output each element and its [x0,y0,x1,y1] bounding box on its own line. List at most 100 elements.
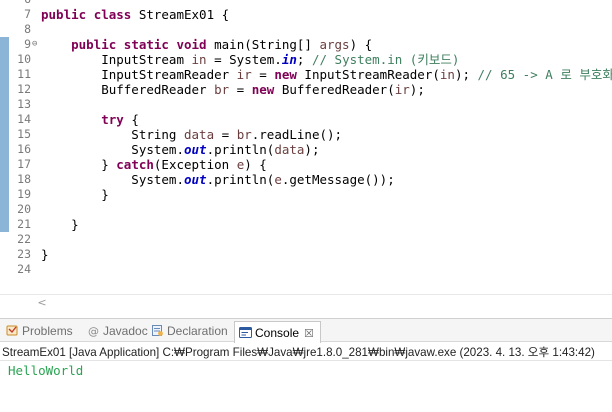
code-token: in [281,52,297,67]
code-line[interactable]: 19 } [0,187,612,202]
change-ruler-marker [0,187,9,202]
code-token: ); [304,142,320,157]
change-ruler-marker [0,202,9,217]
code-text: } catch(Exception e) { [41,157,267,172]
code-line[interactable]: 11 InputStreamReader ir = new InputStrea… [0,67,612,82]
code-text: } [41,187,109,202]
tab-problems[interactable]: Problems [6,322,73,340]
tab-declaration-label: Declaration [167,324,228,338]
code-token: .getMessage()); [281,172,395,187]
code-line[interactable]: 18 System.out.println(e.getMessage()); [0,172,612,187]
code-token: .println( [206,142,275,157]
code-line[interactable]: 9 ⊖ public static void main(String[] args… [0,37,612,52]
tab-declaration[interactable]: Declaration [151,322,228,340]
code-line[interactable]: 17 } catch(Exception e) { [0,157,612,172]
change-ruler-marker [0,67,9,82]
line-number: 12 [17,82,31,96]
code-token: // 65 -> A 로 부호화 [477,67,612,82]
code-token: new [274,67,297,82]
code-token: br [214,82,230,97]
code-token: (Exception [153,157,237,172]
fold-collapse-icon[interactable]: ⊖ [32,37,40,52]
line-number: 9 [24,37,31,51]
code-line[interactable]: 12 BufferedReader br = new BufferedReade… [0,82,612,97]
tab-console[interactable]: Console ☒ [234,321,321,343]
code-token: InputStreamReader( [296,67,440,82]
change-ruler-marker [0,97,9,112]
code-line[interactable]: 20 [0,202,612,217]
code-line[interactable]: 22 [0,232,612,247]
code-token: StreamEx01 { [131,7,230,22]
code-token: BufferedReader [41,82,215,97]
code-token: } [41,157,117,172]
code-text: InputStreamReader ir = new InputStreamRe… [41,67,612,82]
close-icon[interactable]: ☒ [304,328,314,340]
code-editor[interactable]: 67 public class StreamEx01 {89⊖ public st… [0,0,612,296]
code-line[interactable]: 10 InputStream in = System.in; // System… [0,52,612,67]
change-ruler-marker [0,172,9,187]
code-token: InputStream [41,52,192,67]
scroll-left-arrow-icon[interactable]: < [34,295,50,311]
code-line[interactable]: 21 } [0,217,612,232]
code-line[interactable]: 14 try { [0,112,612,127]
code-token: = System. [206,52,282,67]
code-line[interactable]: 8 [0,22,612,37]
console-output-text: HelloWorld [8,363,84,378]
console-icon [239,327,252,338]
editor-horizontal-scrollbar[interactable]: < [0,294,612,310]
code-token: in [191,52,207,67]
code-token: = [251,67,275,82]
line-number: 6 [9,0,31,7]
code-token: ir [236,67,252,82]
problems-icon [6,325,18,336]
change-ruler-marker [0,52,9,67]
code-token: .println( [206,172,275,187]
change-ruler-marker [0,0,9,7]
change-ruler-marker [0,82,9,97]
code-text: String data = br.readLine(); [41,127,342,142]
change-ruler-marker [0,232,9,247]
change-ruler-marker [0,37,9,52]
line-number: 15 [17,127,31,141]
code-token: } [41,217,79,232]
view-tab-bar: Problems @ Javadoc Declaration Console ☒ [0,318,612,343]
code-token: catch [116,157,154,172]
code-token: public [41,7,87,22]
javadoc-icon: @ [88,325,99,337]
line-number: 19 [17,187,31,201]
code-line[interactable]: 15 String data = br.readLine(); [0,127,612,142]
code-line[interactable]: 16 System.out.println(data); [0,142,612,157]
change-ruler-marker [0,262,9,277]
console-output-area[interactable]: HelloWorld [0,362,612,412]
declaration-icon [152,325,163,336]
code-token: ) { [349,37,373,52]
tab-problems-label: Problems [22,324,73,338]
code-text: System.out.println(e.getMessage()); [41,172,395,187]
code-token: { [123,112,139,127]
line-number: 16 [17,142,31,156]
code-token: in [439,67,455,82]
change-ruler-marker [0,157,9,172]
code-token: ); [454,67,478,82]
tab-javadoc[interactable]: @ Javadoc [87,322,148,340]
code-line[interactable]: 6 [0,0,612,7]
code-text: InputStream in = System.in; // System.in… [41,52,459,67]
code-token: ) { [244,157,267,172]
change-ruler-marker [0,217,9,232]
code-line[interactable]: 23} [0,247,612,262]
code-line[interactable]: 7 public class StreamEx01 { [0,7,612,22]
code-token: System. [41,142,184,157]
code-token: class [93,7,132,22]
code-line[interactable]: 24 [0,262,612,277]
code-token: new [251,82,275,97]
code-token: out [184,142,207,157]
code-token: System. [41,172,184,187]
line-number: 10 [17,52,31,66]
code-token: data [274,142,305,157]
line-number: 18 [17,172,31,186]
code-token: ); [409,82,425,97]
code-token: = [214,127,237,142]
code-line[interactable]: 13 [0,97,612,112]
code-token: void [176,37,207,52]
